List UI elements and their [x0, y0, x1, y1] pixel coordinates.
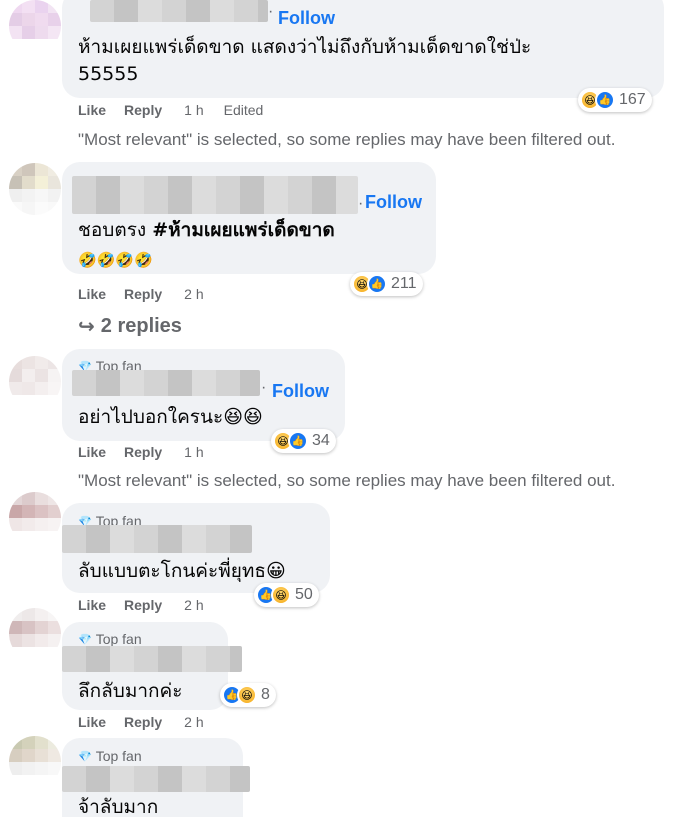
timestamp[interactable]: 2 h: [184, 597, 203, 613]
comment-text: ลึกลับมากค่ะ: [78, 680, 183, 702]
filtered-replies-notice: "Most relevant" is selected, so some rep…: [78, 130, 616, 149]
comment-text-plain: ชอบตรง: [78, 219, 153, 241]
avatar[interactable]: [9, 356, 61, 408]
top-fan-badge: 💎 Top fan: [78, 748, 142, 764]
haha-reaction-icon: 😆: [237, 685, 257, 705]
avatar[interactable]: [9, 608, 61, 660]
replies-count-label: 2 replies: [100, 315, 182, 337]
comment-bubble: · Follow ห้ามเผยแพร่เด็ดขาด แสดงว่าไม่ถึ…: [62, 0, 664, 98]
comment-actions: Like Reply 2 h: [78, 597, 204, 613]
comment-actions: Like Reply 2 h: [78, 714, 204, 730]
follow-button[interactable]: Follow: [278, 8, 335, 29]
like-button[interactable]: Like: [78, 286, 106, 302]
like-reaction-icon: 👍: [288, 431, 308, 451]
top-fan-badge: 💎 Top fan: [78, 631, 142, 647]
follow-button[interactable]: Follow: [365, 192, 422, 213]
reaction-count: 167: [619, 91, 646, 108]
comment-bubble: 💎 Top fan ลึกลับมากค่ะ: [62, 622, 242, 710]
comment-bubble: 💎 Top fan จ้าลับมาก: [62, 738, 250, 817]
top-fan-label: Top fan: [95, 631, 142, 647]
comment-text: ชอบตรง #ห้ามเผยแพร่เด็ดขาด: [78, 217, 335, 244]
avatar[interactable]: [9, 492, 61, 544]
reaction-count: 50: [295, 586, 313, 603]
reply-button[interactable]: Reply: [124, 102, 162, 118]
comment-text-line2: 55555: [78, 63, 139, 85]
like-button[interactable]: Like: [78, 714, 106, 730]
comment-bubble: · Follow ชอบตรง #ห้ามเผยแพร่เด็ดขาด 🤣🤣🤣🤣: [62, 162, 436, 274]
hashtag-link[interactable]: #ห้ามเผยแพร่เด็ดขาด: [152, 219, 335, 241]
comment-text: จ้าลับมาก: [78, 796, 159, 817]
avatar[interactable]: [9, 0, 61, 52]
like-reaction-icon: 👍: [595, 90, 615, 110]
comment-text: ห้ามเผยแพร่เด็ดขาด แสดงว่าไม่ถึงกับห้ามเ…: [78, 36, 532, 58]
reply-button[interactable]: Reply: [124, 714, 162, 730]
reply-button[interactable]: Reply: [124, 444, 162, 460]
reaction-summary[interactable]: 👍 😆 8: [220, 683, 276, 707]
commenter-name[interactable]: [62, 766, 250, 792]
reaction-summary[interactable]: 😆 👍 167: [578, 88, 652, 112]
reply-button[interactable]: Reply: [124, 597, 162, 613]
avatar[interactable]: [9, 163, 61, 215]
filtered-replies-notice: "Most relevant" is selected, so some rep…: [78, 471, 616, 490]
reaction-count: 34: [312, 432, 330, 449]
separator-dot: ·: [261, 379, 267, 396]
separator-dot: ·: [358, 195, 364, 212]
like-button[interactable]: Like: [78, 102, 106, 118]
like-reaction-icon: 👍: [367, 274, 387, 294]
comment-text: อย่าไปบอกใครนะ😆😆: [78, 406, 263, 428]
reaction-count: 211: [391, 275, 417, 292]
haha-reaction-icon: 😆: [271, 585, 291, 605]
like-button[interactable]: Like: [78, 597, 106, 613]
avatar[interactable]: [9, 736, 61, 788]
timestamp[interactable]: 1 h: [184, 102, 203, 118]
top-fan-label: Top fan: [95, 748, 142, 764]
commenter-name[interactable]: [62, 525, 252, 553]
view-replies-button[interactable]: ↪ 2 replies: [78, 314, 182, 339]
commenter-name[interactable]: [90, 0, 268, 22]
comment-bubble: 💎 Top fan ลับแบบตะโกนค่ะพี่ยุทธ😀: [62, 503, 330, 593]
reaction-count: 8: [261, 686, 270, 703]
separator-dot: ·: [268, 3, 274, 20]
comment-actions: Like Reply 1 h: [78, 444, 204, 460]
comment-bubble: 💎 Top fan · Follow อย่าไปบอกใครนะ😆😆: [62, 349, 345, 441]
comment-emojis: 🤣🤣🤣🤣: [78, 251, 153, 269]
follow-button[interactable]: Follow: [272, 381, 329, 402]
reaction-summary[interactable]: 😆 👍 34: [271, 429, 336, 453]
commenter-name[interactable]: [72, 370, 260, 396]
like-button[interactable]: Like: [78, 444, 106, 460]
comment-text: ลับแบบตะโกนค่ะพี่ยุทธ😀: [78, 560, 286, 582]
reply-button[interactable]: Reply: [124, 286, 162, 302]
edited-label[interactable]: Edited: [224, 102, 264, 118]
commenter-name[interactable]: [72, 176, 358, 214]
timestamp[interactable]: 2 h: [184, 714, 203, 730]
reaction-summary[interactable]: 👍 😆 50: [254, 583, 319, 607]
reaction-summary[interactable]: 😆 👍 211: [350, 272, 423, 296]
top-fan-badge-icon: 💎: [78, 633, 92, 646]
commenter-name[interactable]: [62, 646, 242, 672]
timestamp[interactable]: 1 h: [184, 444, 203, 460]
timestamp[interactable]: 2 h: [184, 286, 203, 302]
comment-actions: Like Reply 2 h: [78, 286, 204, 302]
top-fan-badge-icon: 💎: [78, 750, 92, 763]
comment-actions: Like Reply 1 h Edited: [78, 102, 263, 118]
reply-arrow-icon: ↪: [78, 316, 95, 338]
